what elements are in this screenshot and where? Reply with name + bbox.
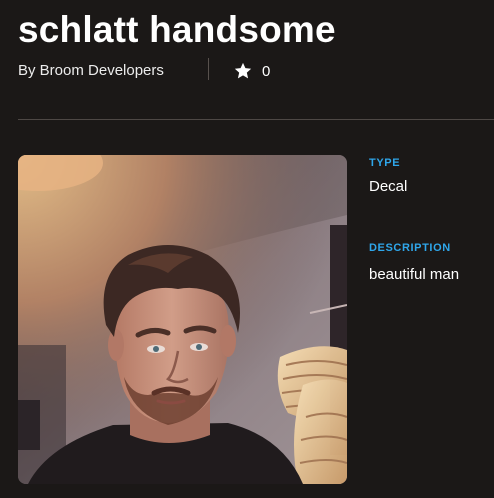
item-title: schlatt handsome bbox=[18, 9, 336, 50]
creator-link[interactable]: By Broom Developers bbox=[18, 62, 164, 79]
meta-divider bbox=[208, 58, 209, 80]
description-label: DESCRIPTION bbox=[369, 242, 451, 254]
type-value: Decal bbox=[369, 178, 408, 195]
description-value: beautiful man bbox=[369, 266, 460, 283]
favorite-count: 0 bbox=[262, 62, 271, 80]
favorite-button[interactable]: 0 bbox=[233, 60, 270, 82]
creator-line[interactable]: By Broom Developers bbox=[18, 59, 164, 81]
type-label: TYPE bbox=[369, 157, 401, 169]
thumbnail-image bbox=[18, 155, 347, 484]
star-icon bbox=[234, 62, 252, 79]
item-thumbnail bbox=[18, 155, 347, 484]
header-divider bbox=[18, 119, 494, 120]
